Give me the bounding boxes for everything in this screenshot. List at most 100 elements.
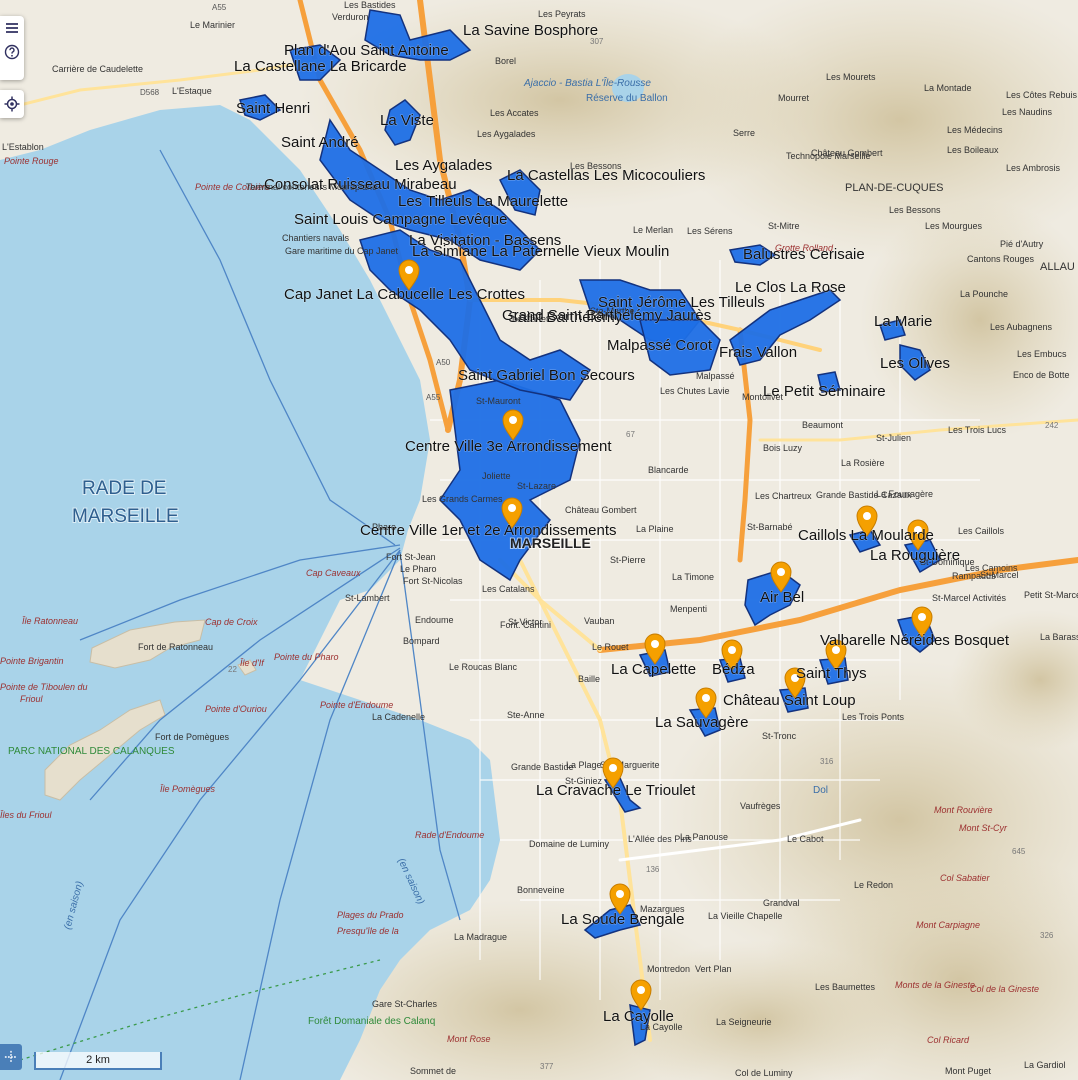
district-label: Malpassé Corot <box>607 337 713 354</box>
map-label-place: Les Chutes Lavie <box>660 386 730 396</box>
map-label-place: Mont Puget <box>945 1066 992 1076</box>
map-label-place: Les Bessons <box>889 205 941 215</box>
map-label-place: Endoume <box>415 615 454 625</box>
map-label-island: Île Pomègues <box>160 784 216 794</box>
map-label-water: Dol <box>813 785 828 796</box>
help-icon[interactable] <box>0 40 24 64</box>
map-label-island: Îles du Frioul <box>0 810 53 820</box>
map-label-place: Les Naudins <box>1002 107 1053 117</box>
map-label-place: Les Trois Ponts <box>842 712 905 722</box>
map-label-town: ALLAU <box>1040 261 1075 273</box>
map-label-place: Le Redon <box>854 880 893 890</box>
map-label-place: La Pounche <box>960 289 1008 299</box>
map-label-place: Les Chartreux <box>755 491 812 501</box>
map-label-place: La Cadenelle <box>372 712 425 722</box>
map-label-place: Les Côtes Rebuis <box>1006 90 1078 100</box>
district-label: La Castellane La Bricarde <box>234 58 407 75</box>
map-label-mountain: Col Sabatier <box>940 873 991 883</box>
map-label-sea: MARSEILLE <box>72 506 179 527</box>
map-label-place: St-Mauront <box>476 396 521 406</box>
map-label-place: Les Accates <box>490 108 539 118</box>
map-label-place: Ste-Anne <box>507 710 545 720</box>
map-label-place: Vauban <box>584 616 614 626</box>
map-label-elev: 22 <box>228 665 237 674</box>
map-label-place: Les Mourgues <box>925 221 983 231</box>
map-label-island: Cap Caveaux <box>306 568 361 578</box>
district-label: La Savine Bosphore <box>463 22 598 39</box>
map-label-place: Le Marinier <box>190 20 235 30</box>
district-label: La Soude Bengale <box>561 911 684 928</box>
map-label-water: Réserve du Ballon <box>586 93 668 104</box>
map-label-place: Borel <box>495 56 516 66</box>
map-label-place: Mourret <box>778 93 810 103</box>
map-label-place: Col de Luminy <box>735 1068 793 1078</box>
map-label-place: Fort St-Nicolas <box>403 576 463 586</box>
map-label-place: Bonneveine <box>517 885 565 895</box>
map-label-route: Ajaccio - Bastia L'Île-Rousse <box>523 76 651 89</box>
map-label-place: Les Aygalades <box>477 129 536 139</box>
map-label-place: Vert Plan <box>695 964 732 974</box>
map-label-place: Le Cabot <box>787 834 824 844</box>
map-canvas[interactable]: RADE DEMARSEILLEMARSEILLEPLAN-DE-CUQUESA… <box>0 0 1078 1080</box>
map-label-island: Île d'If <box>240 658 265 668</box>
map-label-road: D568 <box>140 88 160 97</box>
map-label-elev: 326 <box>1040 931 1054 940</box>
map-label-elev: 242 <box>1045 421 1059 430</box>
map-label-place: L'Estaque <box>172 86 212 96</box>
map-label-place: Domaine de Luminy <box>529 839 610 849</box>
district-label: La Rouguière <box>870 547 960 564</box>
map-label-place: Les Mourets <box>826 72 876 82</box>
map-label-place: Bompard <box>403 636 440 646</box>
map-label-place: St-Mitre <box>768 221 800 231</box>
district-label: Saint Louis Campagne Levêque <box>294 211 508 228</box>
map-label-place: La Timone <box>672 572 714 582</box>
map-label-island: Cap de Croix <box>205 617 258 627</box>
district-label: La Sauvagère <box>655 714 748 731</box>
district-label: Grand Saint Barthélémy Jaurès <box>502 307 711 324</box>
map-label-place: La Montade <box>924 83 972 93</box>
map-label-place: Grandval <box>763 898 800 908</box>
map-label-elev: 645 <box>1012 847 1026 856</box>
menu-icon[interactable] <box>0 16 24 40</box>
map-label-place: La Rosière <box>841 458 885 468</box>
map-label-place: Petit St-Marcel <box>1024 590 1078 600</box>
map-label-place: Le Merlan <box>633 225 673 235</box>
crosshair-icon[interactable] <box>0 1044 22 1070</box>
district-label: La Castellas Les Micocouliers <box>507 167 705 184</box>
map-label-place: La Barasse <box>1040 632 1078 642</box>
map-label-place: St-Pierre <box>610 555 646 565</box>
district-label: Caillols La Moularde <box>798 527 934 544</box>
map-label-place: Les Baumettes <box>815 982 876 992</box>
map-label-place: Les Sérens <box>687 226 733 236</box>
map-label-place: Fort St-Jean <box>386 552 436 562</box>
map-label-mountain: Mont Carpiagne <box>916 920 980 930</box>
map-label-place: Fort de Ratonneau <box>138 642 213 652</box>
district-label: Saint Gabriel Bon Secours <box>458 367 635 384</box>
map-label-place: Montredon <box>647 964 690 974</box>
district-label: La Marie <box>874 313 932 330</box>
map-label-place: Les Trois Lucs <box>948 425 1007 435</box>
map-label-place: Les Peyrats <box>538 9 586 19</box>
district-label: Le Petit Séminaire <box>763 383 886 400</box>
district-label: La Capelette <box>611 661 696 678</box>
map-label-elev: 377 <box>540 1062 554 1071</box>
map-label-place: La Seigneurie <box>716 1017 772 1027</box>
map-controls-top <box>0 16 24 80</box>
map-label-mountain: Monts de la Gineste <box>895 980 975 990</box>
map-label-place: Bois Luzy <box>763 443 803 453</box>
map-label-island: Pointe Brigantin <box>0 656 64 666</box>
map-label-elev: 136 <box>646 865 660 874</box>
map-label-place: Baille <box>578 674 600 684</box>
map-label-island: Presqu'île de la <box>337 926 399 936</box>
map-label-place: Le Pharo <box>400 564 437 574</box>
district-label: La Viste <box>380 112 434 129</box>
map-label-mountain: Mont St-Cyr <box>959 823 1008 833</box>
map-label-mountain: Mont Rouvière <box>934 805 993 815</box>
map-label-place: L'Establon <box>2 142 44 152</box>
map-label-place: Château Gombert <box>811 148 883 158</box>
locate-icon[interactable] <box>0 90 24 118</box>
map-label-park: PARC NATIONAL DES CALANQUES <box>8 746 175 757</box>
district-label: Frais Vallon <box>719 344 797 361</box>
map-label-place: Chantiers navals <box>282 233 350 243</box>
map-label-place: Beaumont <box>802 420 844 430</box>
